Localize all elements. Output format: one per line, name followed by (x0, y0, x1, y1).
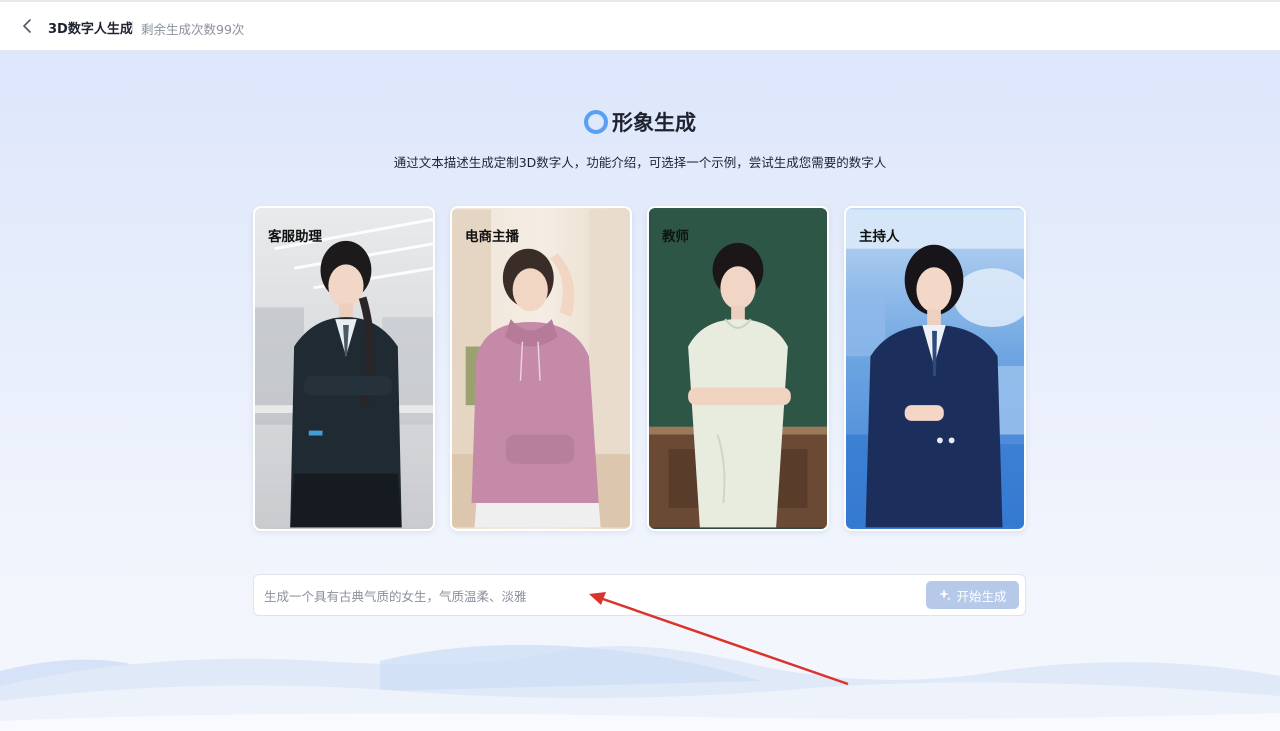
start-generate-label: 开始生成 (956, 588, 1007, 604)
description-text: 通过文本描述生成定制3D数字人，功能介绍，可选择一个示例，尝试生成您需要的数字人 (393, 155, 887, 170)
card-label: 主持人 (859, 229, 900, 245)
section-heading: 形象生成 (0, 106, 1280, 138)
card-label: 教师 (662, 229, 689, 245)
sparkle-icon (939, 589, 952, 601)
card-label: 电商主播 (465, 229, 519, 245)
example-card-ecommerce-host[interactable]: 电商主播 (450, 206, 632, 531)
prompt-input[interactable] (264, 584, 914, 608)
ecommerce-host-avatar-image (452, 209, 630, 528)
customer-service-avatar-image (255, 217, 433, 528)
wave-background-decoration (0, 644, 1280, 731)
card-label: 客服助理 (268, 229, 322, 245)
page-title: 3D数字人生成 (48, 22, 133, 37)
example-card-host[interactable]: 主持人 (844, 206, 1026, 531)
host-avatar-image (846, 209, 1024, 528)
header-divider (132, 21, 133, 33)
chevron-left-icon (23, 19, 31, 33)
prompt-box: 开始生成 (253, 574, 1026, 616)
example-card-teacher[interactable]: 教师 (647, 206, 829, 531)
top-header: 3D数字人生成 剩余生成次数99次 (0, 2, 1280, 51)
back-button[interactable] (18, 16, 38, 36)
main-content: 形象生成 通过文本描述生成定制3D数字人，功能介绍，可选择一个示例，尝试生成您需… (0, 51, 1280, 731)
remaining-count: 剩余生成次数99次 (141, 22, 245, 37)
start-generate-button[interactable]: 开始生成 (926, 581, 1019, 609)
heading-title: 形象生成 (612, 111, 696, 135)
example-card-customer-service[interactable]: 客服助理 (253, 206, 435, 531)
teacher-avatar-image (649, 209, 827, 528)
ring-logo-icon (584, 110, 608, 134)
